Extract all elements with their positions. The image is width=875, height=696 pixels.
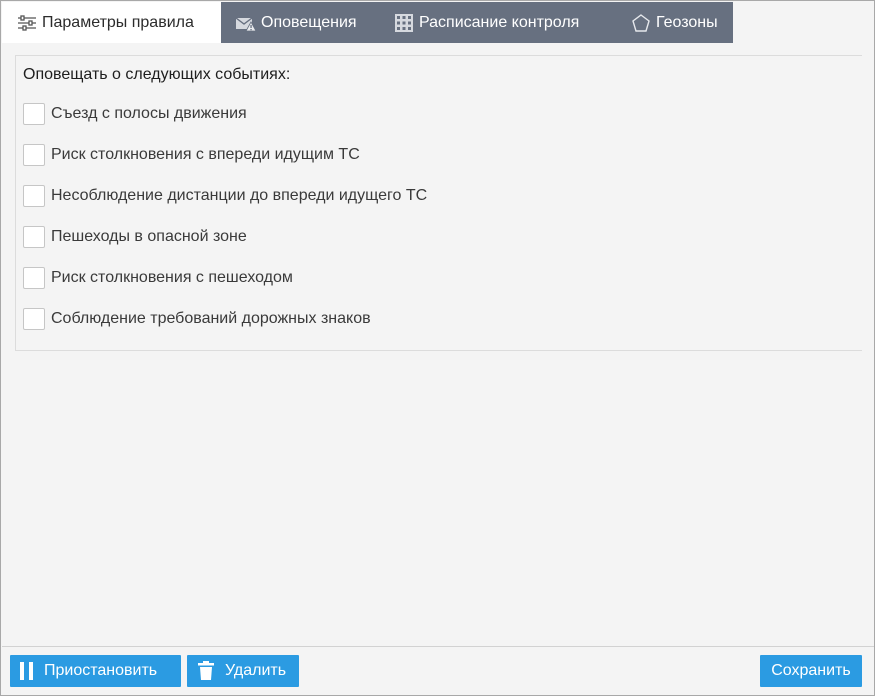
option-forward-collision[interactable]: Риск столкновения с впереди идущим ТС <box>23 144 360 166</box>
option-label: Несоблюдение дистанции до впереди идущег… <box>51 187 428 204</box>
tab-notifications[interactable]: Оповещения <box>221 2 379 43</box>
sliders-icon <box>16 12 38 34</box>
tab-bar: Параметры правила Оповещения Расписание … <box>2 2 874 43</box>
checkbox[interactable] <box>23 185 45 207</box>
option-pedestrian-collision[interactable]: Риск столкновения с пешеходом <box>23 267 293 289</box>
checkbox[interactable] <box>23 267 45 289</box>
tab-label: Геозоны <box>656 13 718 31</box>
tab-geozones[interactable]: Геозоны <box>608 2 733 43</box>
option-lane-departure[interactable]: Съезд с полосы движения <box>23 103 247 125</box>
footer-toolbar: Приостановить Удалить Сохранить <box>2 646 874 695</box>
checkbox[interactable] <box>23 144 45 166</box>
pause-button[interactable]: Приостановить <box>10 655 181 687</box>
save-button[interactable]: Сохранить <box>760 655 862 687</box>
option-headway-distance[interactable]: Несоблюдение дистанции до впереди идущег… <box>23 185 427 207</box>
option-label: Пешеходы в опасной зоне <box>51 228 247 245</box>
checkbox[interactable] <box>23 103 45 125</box>
save-label: Сохранить <box>771 662 851 679</box>
option-label: Соблюдение требований дорожных знаков <box>51 310 371 327</box>
delete-label: Удалить <box>225 662 287 679</box>
tab-control-schedule[interactable]: Расписание контроля <box>379 2 608 43</box>
checkbox[interactable] <box>23 226 45 248</box>
option-pedestrians-danger-zone[interactable]: Пешеходы в опасной зоне <box>23 226 247 248</box>
rule-editor-window: Параметры правила Оповещения Расписание … <box>0 0 875 696</box>
option-traffic-signs[interactable]: Соблюдение требований дорожных знаков <box>23 308 371 330</box>
tab-label: Оповещения <box>261 13 357 31</box>
pause-label: Приостановить <box>44 662 158 679</box>
trash-icon <box>187 655 225 687</box>
events-panel: Оповещать о следующих событиях: Съезд с … <box>15 55 862 351</box>
panel-title: Оповещать о следующих событиях: <box>23 66 291 83</box>
checkbox[interactable] <box>23 308 45 330</box>
pentagon-icon <box>630 12 652 34</box>
calendar-grid-icon <box>393 12 415 34</box>
pause-icon <box>10 655 44 687</box>
tab-rule-parameters[interactable]: Параметры правила <box>2 2 221 43</box>
option-label: Риск столкновения с впереди идущим ТС <box>51 146 360 163</box>
mail-warning-icon <box>235 12 257 34</box>
tabs: Параметры правила Оповещения Расписание … <box>2 2 733 43</box>
delete-button[interactable]: Удалить <box>187 655 299 687</box>
option-label: Съезд с полосы движения <box>51 105 247 122</box>
tab-label: Расписание контроля <box>419 13 580 31</box>
tab-label: Параметры правила <box>42 13 194 31</box>
option-label: Риск столкновения с пешеходом <box>51 269 293 286</box>
